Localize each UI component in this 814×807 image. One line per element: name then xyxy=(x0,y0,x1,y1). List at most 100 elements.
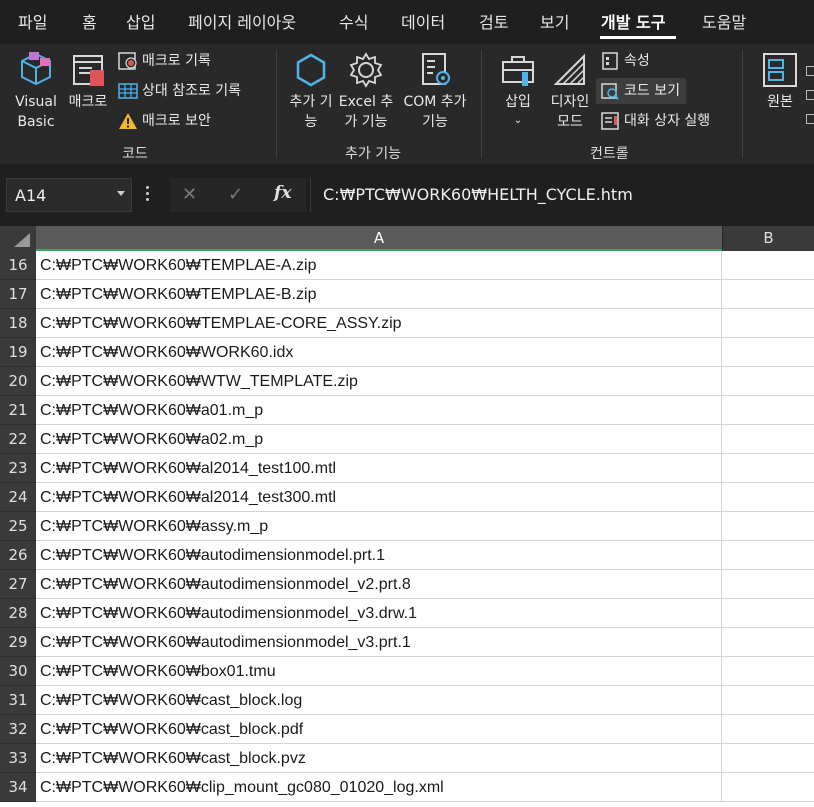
cell-a[interactable]: C:₩PTC₩WORK60₩assy.m_p xyxy=(36,512,722,541)
row-header[interactable]: 29 xyxy=(0,628,36,657)
source-label: 원본 xyxy=(767,94,793,110)
cell-a[interactable]: C:₩PTC₩WORK60₩TEMPLAE-CORE_ASSY.zip xyxy=(36,309,722,338)
cell-b[interactable] xyxy=(722,744,814,773)
row-header[interactable]: 20 xyxy=(0,367,36,396)
chevron-down-icon[interactable] xyxy=(117,191,125,196)
tab-insert[interactable]: 삽입 xyxy=(126,12,155,34)
relative-reference-button[interactable]: 상대 참조로 기록 xyxy=(118,78,241,104)
properties-button[interactable]: 속성 xyxy=(600,48,650,74)
cell-a[interactable]: C:₩PTC₩WORK60₩a02.m_p xyxy=(36,425,722,454)
name-box[interactable]: A14 xyxy=(6,178,132,212)
row-header[interactable]: 25 xyxy=(0,512,36,541)
cell-a[interactable]: C:₩PTC₩WORK60₩al2014_test300.mtl xyxy=(36,483,722,512)
insert-control-button[interactable]: 삽입 ⌄ xyxy=(496,50,540,128)
cell-b[interactable] xyxy=(722,541,814,570)
macros-button[interactable]: 매크로 xyxy=(64,50,112,112)
table-row: 18 C:₩PTC₩WORK60₩TEMPLAE-CORE_ASSY.zip xyxy=(0,309,814,338)
row-header[interactable]: 24 xyxy=(0,483,36,512)
tab-view[interactable]: 보기 xyxy=(540,12,569,34)
cell-a[interactable]: C:₩PTC₩WORK60₩WTW_TEMPLATE.zip xyxy=(36,367,722,396)
cell-a[interactable]: C:₩PTC₩WORK60₩TEMPLAE-B.zip xyxy=(36,280,722,309)
column-header-a[interactable]: A xyxy=(36,226,722,251)
tab-file[interactable]: 파일 xyxy=(18,12,47,34)
cell-a[interactable]: C:₩PTC₩WORK60₩a01.m_p xyxy=(36,396,722,425)
cell-b[interactable] xyxy=(722,425,814,454)
cell-b[interactable] xyxy=(722,338,814,367)
tab-formulas[interactable]: 수식 xyxy=(339,12,368,34)
cell-b[interactable] xyxy=(722,657,814,686)
view-code-button[interactable]: 코드 보기 xyxy=(596,78,686,104)
addins-button[interactable]: 추가 기능 xyxy=(288,50,334,132)
tab-page-layout[interactable]: 페이지 레이아웃 xyxy=(188,12,296,34)
cell-a[interactable]: C:₩PTC₩WORK60₩cast_block.log xyxy=(36,686,722,715)
com-addins-button[interactable]: COM 추가 기능 xyxy=(402,50,468,132)
tab-review[interactable]: 검토 xyxy=(479,12,508,34)
cell-a[interactable]: C:₩PTC₩WORK60₩cast_block.pvz xyxy=(36,744,722,773)
cell-b[interactable] xyxy=(722,686,814,715)
cell-b[interactable] xyxy=(722,715,814,744)
row-header[interactable]: 16 xyxy=(0,251,36,280)
cell-b[interactable] xyxy=(722,628,814,657)
tab-data[interactable]: 데이터 xyxy=(401,12,445,34)
view-code-label: 코드 보기 xyxy=(624,83,680,99)
properties-label: 속성 xyxy=(624,53,650,69)
row-header[interactable]: 19 xyxy=(0,338,36,367)
cell-b[interactable] xyxy=(722,512,814,541)
cell-a[interactable]: C:₩PTC₩WORK60₩autodimensionmodel.prt.1 xyxy=(36,541,722,570)
row-header[interactable]: 30 xyxy=(0,657,36,686)
tab-home[interactable]: 홈 xyxy=(82,12,97,34)
row-header[interactable]: 27 xyxy=(0,570,36,599)
cell-b[interactable] xyxy=(722,367,814,396)
enter-icon[interactable]: ✓ xyxy=(228,184,243,205)
row-header[interactable]: 32 xyxy=(0,715,36,744)
source-button[interactable]: 원본 xyxy=(758,50,802,112)
column-header-b[interactable]: B xyxy=(722,226,814,251)
row-header[interactable]: 17 xyxy=(0,280,36,309)
more-options-icon[interactable] xyxy=(146,186,149,204)
cell-a[interactable]: C:₩PTC₩WORK60₩autodimensionmodel_v2.prt.… xyxy=(36,570,722,599)
design-mode-label: 디자인 모드 xyxy=(550,94,590,130)
record-macro-button[interactable]: 매크로 기록 xyxy=(118,48,211,74)
cell-b[interactable] xyxy=(722,396,814,425)
properties-icon xyxy=(602,52,618,70)
cell-a[interactable]: C:₩PTC₩WORK60₩clip_mount_gc080_01020_log… xyxy=(36,773,722,802)
design-mode-button[interactable]: 디자인 모드 xyxy=(546,50,594,132)
macro-security-button[interactable]: 매크로 보안 xyxy=(118,108,211,134)
cell-b[interactable] xyxy=(722,570,814,599)
ribbon-tabs: 파일 홈 삽입 페이지 레이아웃 수식 데이터 검토 보기 개발 도구 도움말 xyxy=(0,0,814,44)
source-icon xyxy=(763,53,797,87)
row-header[interactable]: 33 xyxy=(0,744,36,773)
formula-input[interactable]: C:₩PTC₩WORK60₩HELTH_CYCLE.htm xyxy=(310,178,814,212)
cancel-icon[interactable]: ✕ xyxy=(182,184,197,205)
tab-help[interactable]: 도움말 xyxy=(702,12,746,34)
cell-a[interactable]: C:₩PTC₩WORK60₩cast_block.pdf xyxy=(36,715,722,744)
cell-a[interactable]: C:₩PTC₩WORK60₩al2014_test100.mtl xyxy=(36,454,722,483)
insert-function-button[interactable]: fx xyxy=(274,183,291,203)
cell-b[interactable] xyxy=(722,251,814,280)
row-header[interactable]: 28 xyxy=(0,599,36,628)
cell-b[interactable] xyxy=(722,280,814,309)
run-dialog-button[interactable]: 대화 상자 실행 xyxy=(600,108,710,134)
cell-a[interactable]: C:₩PTC₩WORK60₩autodimensionmodel_v3.drw.… xyxy=(36,599,722,628)
row-header[interactable]: 22 xyxy=(0,425,36,454)
cell-b[interactable] xyxy=(722,483,814,512)
cell-a[interactable]: C:₩PTC₩WORK60₩autodimensionmodel_v3.prt.… xyxy=(36,628,722,657)
tab-developer[interactable]: 개발 도구 xyxy=(601,12,665,34)
cell-a[interactable]: C:₩PTC₩WORK60₩box01.tmu xyxy=(36,657,722,686)
cell-b[interactable] xyxy=(722,773,814,802)
visual-basic-button[interactable]: Visual Basic xyxy=(10,50,62,132)
row-header[interactable]: 23 xyxy=(0,454,36,483)
row-header[interactable]: 21 xyxy=(0,396,36,425)
excel-addins-button[interactable]: Excel 추가 기능 xyxy=(336,50,396,132)
table-row: 25 C:₩PTC₩WORK60₩assy.m_p xyxy=(0,512,814,541)
row-header[interactable]: 26 xyxy=(0,541,36,570)
cell-b[interactable] xyxy=(722,309,814,338)
cell-b[interactable] xyxy=(722,599,814,628)
row-header[interactable]: 31 xyxy=(0,686,36,715)
row-header[interactable]: 18 xyxy=(0,309,36,338)
cell-a[interactable]: C:₩PTC₩WORK60₩TEMPLAE-A.zip xyxy=(36,251,722,280)
row-header[interactable]: 34 xyxy=(0,773,36,802)
cell-a[interactable]: C:₩PTC₩WORK60₩WORK60.idx xyxy=(36,338,722,367)
cell-b[interactable] xyxy=(722,454,814,483)
select-all-button[interactable] xyxy=(0,226,36,251)
